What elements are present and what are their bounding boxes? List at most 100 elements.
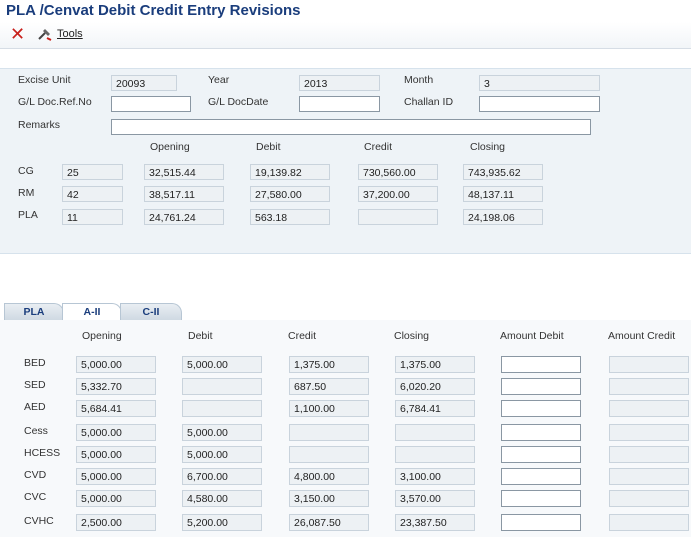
detail-opening-field: 5,000.00 — [76, 490, 156, 507]
detail-closing-field: 23,387.50 — [395, 514, 475, 531]
detail-credit-field: 4,800.00 — [289, 468, 369, 485]
gl-ref-label: G/L Doc.Ref.No — [18, 96, 92, 108]
detail-row-label: CVD — [24, 469, 47, 481]
summary-code: 42 — [62, 186, 123, 202]
detail-row-label: AED — [24, 401, 46, 413]
detail-closing-field: 6,784.41 — [395, 400, 475, 417]
summary-credit: 37,200.00 — [358, 186, 438, 202]
tab-a-ii[interactable]: A-II — [62, 303, 122, 321]
summary-credit: 730,560.00 — [358, 164, 438, 180]
summary-debit: 27,580.00 — [250, 186, 330, 202]
excise-unit-field: 20093 — [111, 75, 177, 91]
detail-amount-credit-field — [609, 514, 689, 531]
tools-icon[interactable] — [37, 27, 53, 41]
detail-col-debit: Debit — [188, 330, 213, 342]
summary-col-opening: Opening — [150, 141, 190, 153]
detail-debit-field — [182, 400, 262, 417]
amount-debit-input[interactable] — [501, 514, 581, 531]
detail-credit-field: 26,087.50 — [289, 514, 369, 531]
summary-debit: 563.18 — [250, 209, 330, 225]
amount-debit-input[interactable] — [501, 490, 581, 507]
detail-debit-field — [182, 378, 262, 395]
summary-credit — [358, 209, 438, 225]
amount-debit-input[interactable] — [501, 400, 581, 417]
detail-amount-credit-field — [609, 400, 689, 417]
detail-amount-credit-field — [609, 468, 689, 485]
detail-col-opening: Opening — [82, 330, 122, 342]
summary-code: 11 — [62, 209, 123, 225]
detail-credit-field: 3,150.00 — [289, 490, 369, 507]
detail-opening-field: 5,332.70 — [76, 378, 156, 395]
detail-amount-credit-field — [609, 490, 689, 507]
amount-debit-input[interactable] — [501, 446, 581, 463]
detail-debit-field: 4,580.00 — [182, 490, 262, 507]
detail-row-label: CVC — [24, 491, 47, 503]
gl-date-label: G/L DocDate — [208, 96, 269, 108]
detail-debit-field: 5,000.00 — [182, 356, 262, 373]
detail-amount-credit-field — [609, 424, 689, 441]
detail-amount-credit-field — [609, 356, 689, 373]
detail-opening-field: 5,000.00 — [76, 468, 156, 485]
detail-closing-field: 6,020.20 — [395, 378, 475, 395]
excise-unit-label: Excise Unit — [18, 74, 71, 86]
detail-opening-field: 5,000.00 — [76, 424, 156, 441]
challan-input[interactable] — [479, 96, 600, 112]
detail-row-label: CVHC — [24, 515, 54, 527]
summary-row-label: RM — [18, 187, 35, 199]
detail-credit-field — [289, 446, 369, 463]
tab-pla[interactable]: PLA — [4, 303, 64, 320]
month-label: Month — [404, 74, 434, 86]
tools-label: Tools — [57, 28, 83, 40]
detail-debit-field: 6,700.00 — [182, 468, 262, 485]
summary-opening: 24,761.24 — [144, 209, 224, 225]
amount-debit-input[interactable] — [501, 356, 581, 373]
detail-closing-field: 3,570.00 — [395, 490, 475, 507]
summary-row-label: CG — [18, 165, 34, 177]
detail-col-amount-debit: Amount Debit — [500, 330, 564, 342]
detail-col-credit: Credit — [288, 330, 317, 342]
detail-row-label: BED — [24, 357, 46, 369]
summary-row-label: PLA — [18, 209, 38, 221]
detail-opening-field: 5,684.41 — [76, 400, 156, 417]
summary-closing: 24,198.06 — [463, 209, 543, 225]
detail-row-label: HCESS — [24, 447, 61, 459]
detail-opening-field: 2,500.00 — [76, 514, 156, 531]
summary-closing: 48,137.11 — [463, 186, 543, 202]
summary-opening: 32,515.44 — [144, 164, 224, 180]
page-title: PLA /Cenvat Debit Credit Entry Revisions — [6, 2, 301, 19]
summary-col-closing: Closing — [470, 141, 506, 153]
detail-opening-field: 5,000.00 — [76, 446, 156, 463]
challan-label: Challan ID — [404, 96, 454, 108]
remarks-input[interactable] — [111, 119, 591, 135]
detail-closing-field: 1,375.00 — [395, 356, 475, 373]
tools-menu[interactable]: Tools — [57, 28, 83, 40]
detail-amount-credit-field — [609, 446, 689, 463]
detail-credit-field: 1,375.00 — [289, 356, 369, 373]
summary-closing: 743,935.62 — [463, 164, 543, 180]
amount-debit-input[interactable] — [501, 468, 581, 485]
close-icon[interactable]: ✕ — [10, 25, 25, 43]
summary-opening: 38,517.11 — [144, 186, 224, 202]
detail-col-amount-credit: Amount Credit — [608, 330, 676, 342]
summary-col-credit: Credit — [364, 141, 393, 153]
detail-debit-field: 5,000.00 — [182, 446, 262, 463]
summary-code: 25 — [62, 164, 123, 180]
remarks-label: Remarks — [18, 119, 61, 131]
detail-row-label: Cess — [24, 425, 48, 437]
detail-closing-field — [395, 424, 475, 441]
gl-date-input[interactable] — [299, 96, 380, 112]
toolbar — [0, 22, 691, 49]
detail-col-closing: Closing — [394, 330, 430, 342]
year-field: 2013 — [299, 75, 380, 91]
amount-debit-input[interactable] — [501, 378, 581, 395]
tab-c-ii[interactable]: C-II — [120, 303, 182, 320]
amount-debit-input[interactable] — [501, 424, 581, 441]
detail-debit-field: 5,000.00 — [182, 424, 262, 441]
month-field: 3 — [479, 75, 600, 91]
detail-credit-field — [289, 424, 369, 441]
detail-debit-field: 5,200.00 — [182, 514, 262, 531]
detail-row-label: SED — [24, 379, 46, 391]
detail-closing-field — [395, 446, 475, 463]
gl-ref-input[interactable] — [111, 96, 191, 112]
detail-credit-field: 1,100.00 — [289, 400, 369, 417]
